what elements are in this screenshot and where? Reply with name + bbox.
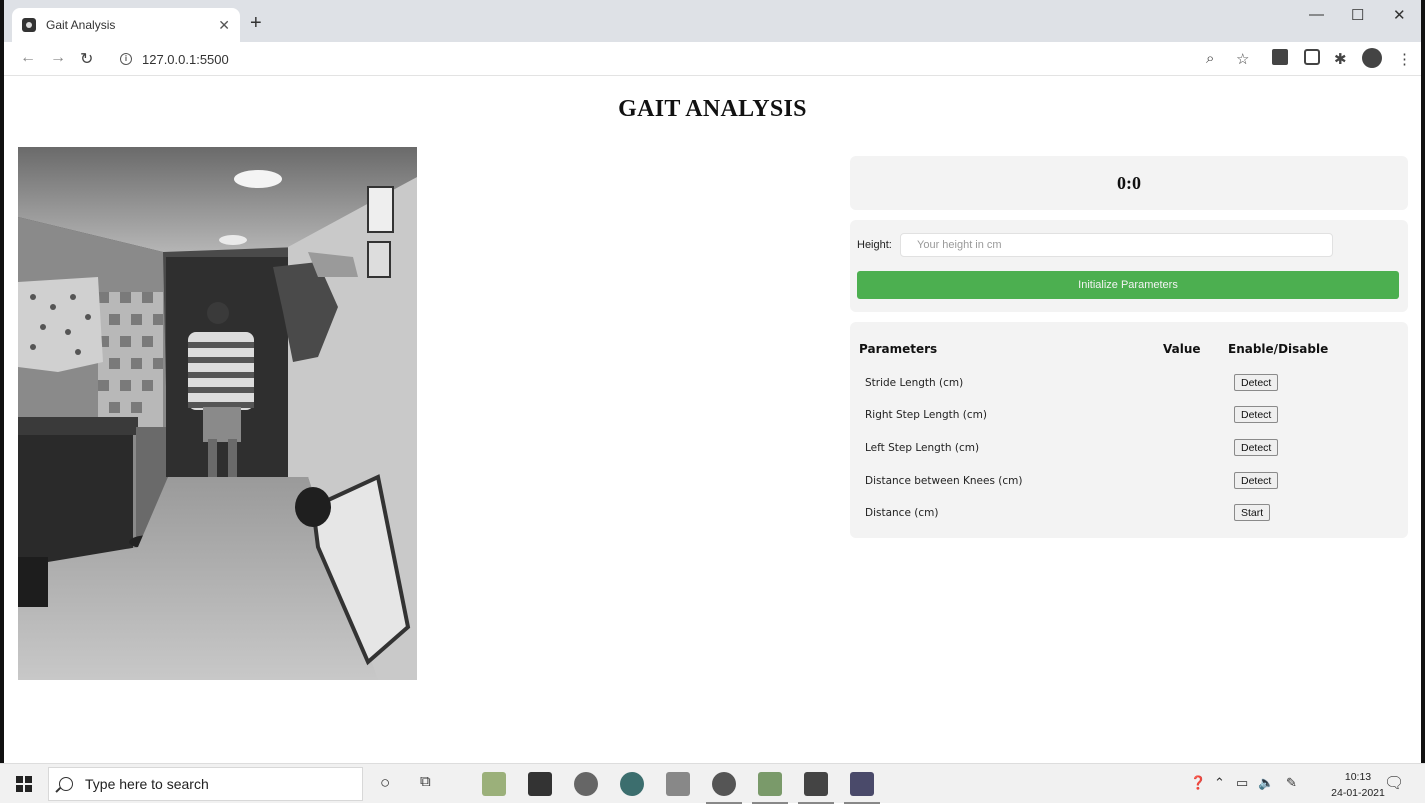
notification-icon[interactable]: 🗨 <box>1384 773 1404 793</box>
pocket-extension-icon[interactable] <box>1304 49 1320 65</box>
address-url: 127.0.0.1:5500 <box>142 51 229 67</box>
taskbar-search[interactable]: Type here to search <box>48 767 363 801</box>
zoom-icon[interactable]: ⌕ <box>1206 50 1214 67</box>
score-panel: 0:0 <box>850 156 1408 210</box>
chrome-icon[interactable] <box>706 772 742 804</box>
store-icon[interactable] <box>528 772 552 796</box>
word-icon[interactable] <box>798 772 834 804</box>
browser-tabbar: Gait Analysis ✕ + — ☐ ✕ <box>4 0 1421 42</box>
windows-taskbar: Type here to search ○ ⧉ ❓ ⌃ ▭ 🔈 ✎ 10:13 … <box>0 763 1425 804</box>
pdf-extension-icon[interactable] <box>1272 49 1288 65</box>
taskbar-clock[interactable]: 10:13 24-01-2021 <box>1330 769 1386 801</box>
browser-tab[interactable]: Gait Analysis ✕ <box>12 8 240 42</box>
height-input[interactable] <box>900 233 1333 257</box>
table-row: Stride Length (cm) Detect <box>865 374 1385 394</box>
detect-knee-distance-button[interactable]: Detect <box>1234 472 1279 489</box>
detect-stride-length-button[interactable]: Detect <box>1234 374 1279 391</box>
site-favicon-icon <box>22 18 36 32</box>
volume-icon[interactable]: 🔈 <box>1258 775 1274 791</box>
window-close-icon[interactable]: ✕ <box>1393 6 1406 24</box>
detect-right-step-length-button[interactable]: Detect <box>1234 406 1279 423</box>
show-hidden-icons-icon[interactable]: ⌃ <box>1214 775 1225 791</box>
file-explorer-icon[interactable] <box>482 772 506 796</box>
param-name: Left Step Length (cm) <box>865 442 980 454</box>
parameters-header: Parameters <box>859 342 938 356</box>
score-display: 0:0 <box>1117 172 1141 193</box>
taskbar-search-placeholder: Type here to search <box>85 776 209 792</box>
new-tab-icon[interactable]: + <box>250 12 262 35</box>
parameters-table: Parameters Value Enable/Disable Stride L… <box>850 322 1408 538</box>
detect-left-step-length-button[interactable]: Detect <box>1234 439 1279 456</box>
table-row: Distance (cm) Start <box>865 504 1385 524</box>
param-name: Stride Length (cm) <box>865 377 964 389</box>
photos-app-icon[interactable] <box>752 772 788 804</box>
param-name: Right Step Length (cm) <box>865 409 987 421</box>
initialize-parameters-button[interactable]: Initialize Parameters <box>857 271 1399 299</box>
camera-feed-image <box>18 147 417 680</box>
height-form: Height: Initialize Parameters <box>850 220 1408 312</box>
address-bar[interactable]: i 127.0.0.1:5500 <box>108 46 1256 72</box>
clock-date: 24-01-2021 <box>1331 787 1385 799</box>
bookmark-star-icon[interactable]: ☆ <box>1236 50 1249 68</box>
enable-disable-header: Enable/Disable <box>1228 342 1329 356</box>
value-header: Value <box>1163 342 1201 356</box>
close-tab-icon[interactable]: ✕ <box>218 17 230 34</box>
vscode-icon[interactable] <box>844 772 880 804</box>
height-label: Height: <box>857 239 892 251</box>
windows-start-icon[interactable] <box>16 776 32 792</box>
battery-icon[interactable]: ▭ <box>1236 775 1248 791</box>
table-row: Right Step Length (cm) Detect <box>865 406 1385 426</box>
clock-time: 10:13 <box>1344 771 1372 783</box>
tab-title: Gait Analysis <box>46 18 116 32</box>
mail-icon[interactable] <box>666 772 690 796</box>
table-row: Left Step Length (cm) Detect <box>865 439 1385 459</box>
office-icon[interactable] <box>574 772 598 796</box>
table-row: Distance between Knees (cm) Detect <box>865 472 1385 492</box>
reload-icon[interactable]: ↻ <box>80 49 93 69</box>
task-view-icon[interactable]: ⧉ <box>420 773 431 790</box>
more-menu-icon[interactable]: ⋮ <box>1397 50 1412 68</box>
maximize-icon[interactable]: ☐ <box>1351 6 1364 24</box>
profile-avatar-icon[interactable] <box>1362 48 1382 68</box>
cortana-icon[interactable]: ○ <box>380 773 390 793</box>
search-icon <box>59 777 73 791</box>
help-icon[interactable]: ❓ <box>1190 775 1206 791</box>
browser-toolbar: ← → ↻ i 127.0.0.1:5500 ⌕ ☆ ✱ ⋮ <box>4 42 1421 76</box>
edge-icon[interactable] <box>620 772 644 796</box>
back-icon[interactable]: ← <box>20 49 36 67</box>
page-title: GAIT ANALYSIS <box>618 96 807 122</box>
start-distance-button[interactable]: Start <box>1234 504 1271 521</box>
forward-icon[interactable]: → <box>50 49 66 67</box>
minimize-icon[interactable]: — <box>1309 6 1324 23</box>
param-name: Distance (cm) <box>865 507 939 519</box>
param-name: Distance between Knees (cm) <box>865 475 1023 487</box>
site-info-icon[interactable]: i <box>120 53 132 65</box>
extensions-puzzle-icon[interactable]: ✱ <box>1334 50 1347 68</box>
pen-icon[interactable]: ✎ <box>1286 775 1297 791</box>
